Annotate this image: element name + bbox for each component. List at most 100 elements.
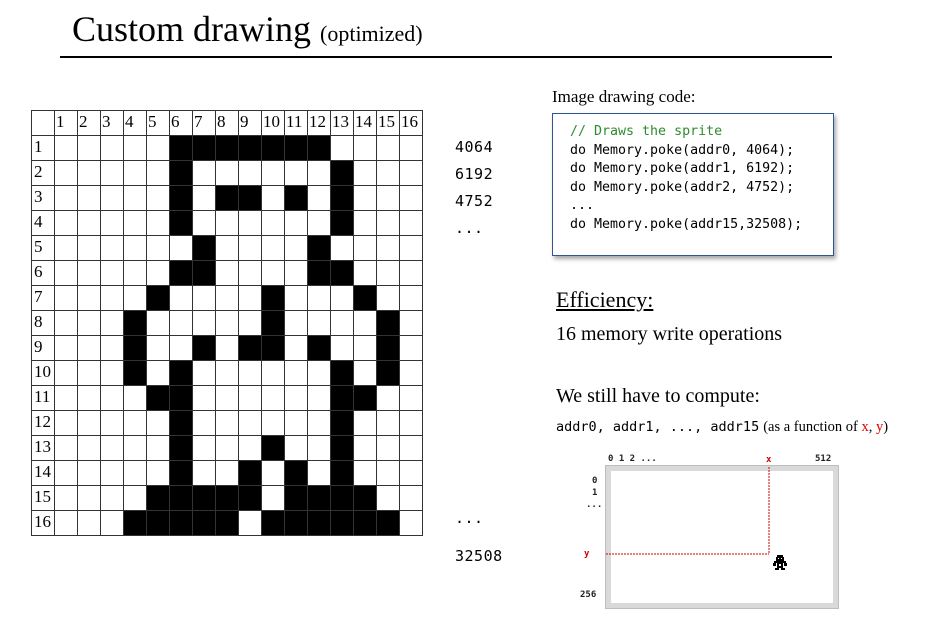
row-header: 14 [31,460,55,486]
pixel-on [307,135,331,161]
column-header: 11 [284,110,308,136]
note-before: (as a function of [763,419,858,435]
pixel-on [284,485,308,511]
code-label: Image drawing code: [552,87,696,106]
pixel-off [77,260,101,286]
pixel-off [123,235,147,261]
pixel-off [146,210,170,236]
pixel-off [399,410,423,436]
pixel-off [146,460,170,486]
column-header: 2 [77,110,101,136]
pixel-off [54,235,78,261]
code-line: do Memory.poke(addr1, 6192); [570,161,795,176]
pixel-on [192,135,216,161]
pixel-off [146,310,170,336]
pixel-off [77,285,101,311]
pixel-on [215,485,239,511]
pixel-on [123,310,147,336]
pixel-off [215,260,239,286]
pixel-on [169,460,193,486]
pixel-off [307,310,331,336]
pixel-off [169,310,193,336]
pixel-off [330,310,354,336]
pixel-off [353,260,377,286]
pixel-off [77,210,101,236]
pixel-off [307,435,331,461]
pixel-off [146,185,170,211]
pixel-on [261,510,285,536]
code-box: // Draws the sprite do Memory.poke(addr0,… [552,113,834,256]
grid-row: 15 [31,485,423,511]
grid-row: 5 [31,235,423,261]
pixel-off [169,335,193,361]
pixel-off [123,135,147,161]
pixel-off [215,310,239,336]
pixel-off [399,510,423,536]
pixel-off [123,460,147,486]
pixel-off [54,485,78,511]
pixel-on [307,235,331,261]
slide-title: Custom drawing (optimized) [72,8,423,50]
pixel-off [123,285,147,311]
grid-row: 12 [31,410,423,436]
pixel-off [330,235,354,261]
pixel-off [215,210,239,236]
pixel-off [77,235,101,261]
column-header: 12 [307,110,331,136]
pixel-on [146,385,170,411]
pixel-on [376,510,400,536]
pixel-on [123,335,147,361]
pixel-off [399,385,423,411]
pixel-off [77,360,101,386]
pixel-off [123,210,147,236]
pixel-on [192,235,216,261]
column-header: 1 [54,110,78,136]
column-header: 9 [238,110,262,136]
pixel-off [353,185,377,211]
pixel-off [376,235,400,261]
pixel-off [399,235,423,261]
pixel-on [238,185,262,211]
pixel-off [307,460,331,486]
row-header: 1 [31,135,55,161]
pixel-off [123,385,147,411]
pixel-off [100,460,124,486]
pixel-off [192,310,216,336]
column-header: 6 [169,110,193,136]
pixel-off [54,510,78,536]
pixel-off [376,160,400,186]
pixel-off [215,435,239,461]
pixel-off [100,510,124,536]
pixel-off [146,260,170,286]
pixel-off [284,210,308,236]
row-header: 7 [31,285,55,311]
pixel-off [353,335,377,361]
grid-row: 2 [31,160,423,186]
pixel-on [261,135,285,161]
pixel-off [399,460,423,486]
screen-overlay [606,467,787,570]
efficiency-title: Efficiency: [556,287,654,312]
pixel-off [238,210,262,236]
pixel-off [77,485,101,511]
pixel-off [54,285,78,311]
sprite-grid: 1 2 3 4 5 6 7 8 9 10 11 12 13 14 15 16 1 2 3 4 5 6 7 8 9 10 11 12 13… [31,110,423,536]
pixel-off [307,385,331,411]
pixel-on [330,460,354,486]
pixel-off [54,435,78,461]
pixel-off [238,510,262,536]
sprite-icon [773,555,787,570]
pixel-off [238,235,262,261]
pixel-on [146,285,170,311]
pixel-off [215,410,239,436]
pixel-on [261,435,285,461]
pixel-on [330,160,354,186]
title-main: Custom drawing [72,9,311,49]
title-sub: (optimized) [320,21,423,46]
row-header: 2 [31,160,55,186]
pixel-off [54,410,78,436]
pixel-off [353,135,377,161]
pixel-off [399,360,423,386]
compute-line: addr0, addr1, ..., addr15 (as a function… [556,418,888,436]
row-value-1: 4064 [455,138,494,156]
